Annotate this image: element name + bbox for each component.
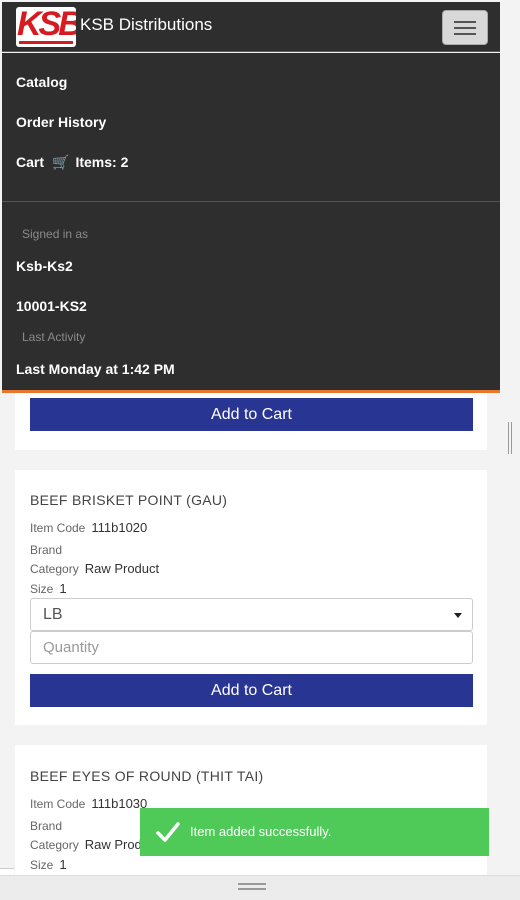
menu-divider bbox=[2, 201, 500, 202]
item-code-value: 111b1020 bbox=[91, 520, 148, 535]
toast-message: Item added successfully. bbox=[190, 824, 332, 839]
quantity-input[interactable] bbox=[30, 631, 473, 664]
brand-name[interactable]: KSB Distributions bbox=[80, 15, 212, 35]
product-card: BEEF BRISKET POINT (GAU) Item Code 111b10… bbox=[15, 470, 487, 725]
size-label: Size bbox=[30, 858, 54, 872]
logo-underline bbox=[19, 41, 73, 44]
hamburger-icon[interactable] bbox=[442, 10, 488, 45]
cart-label: Cart bbox=[16, 154, 45, 170]
ksb-logo[interactable]: KSB bbox=[16, 7, 76, 47]
check-icon bbox=[156, 822, 180, 842]
brand-row: Brand bbox=[30, 542, 68, 557]
brand-label: Brand bbox=[30, 819, 63, 833]
app-frame: Add to Cart BEEF BRISKET POINT (GAU) Ite… bbox=[0, 0, 520, 900]
resize-grip-icon bbox=[238, 883, 266, 891]
size-value: 1 bbox=[59, 581, 67, 596]
menu-item-cart[interactable]: Cart 🛒 Items: 2 bbox=[16, 154, 128, 171]
category-row: Category Raw Product bbox=[30, 561, 159, 576]
item-code-label: Item Code bbox=[30, 521, 86, 535]
last-activity-value: Last Monday at 1:42 PM bbox=[16, 361, 175, 377]
caret-down-icon bbox=[454, 613, 462, 618]
user-name: Ksb-Ks2 bbox=[16, 258, 73, 274]
signed-in-label: Signed in as bbox=[22, 227, 89, 241]
last-activity-label: Last Activity bbox=[22, 330, 86, 344]
nav-menu: Catalog Order History Cart 🛒 Items: 2 Sign… bbox=[2, 53, 500, 393]
size-row: Size 1 bbox=[30, 857, 67, 872]
item-code-row: Item Code 111b1020 bbox=[30, 520, 147, 535]
cart-items-count: Items: 2 bbox=[75, 154, 129, 170]
product-name: BEEF EYES OF ROUND (THIT TAI) bbox=[30, 768, 264, 784]
product-name: BEEF BRISKET POINT (GAU) bbox=[30, 492, 228, 508]
add-to-cart-button[interactable]: Add to Cart bbox=[30, 674, 473, 707]
size-label: Size bbox=[30, 582, 54, 596]
item-code-row: Item Code 111b1030 bbox=[30, 796, 147, 811]
unit-select[interactable]: LB bbox=[30, 598, 473, 631]
brand-label: Brand bbox=[30, 543, 63, 557]
navbar: KSB KSB Distributions bbox=[2, 2, 500, 52]
brand-row: Brand bbox=[30, 818, 68, 833]
item-code-value: 111b1030 bbox=[91, 796, 148, 811]
size-value: 1 bbox=[59, 857, 67, 872]
menu-item-catalog[interactable]: Catalog bbox=[16, 74, 67, 90]
item-code-label: Item Code bbox=[30, 797, 86, 811]
category-label: Category bbox=[30, 838, 79, 852]
size-row: Size 1 bbox=[30, 581, 67, 596]
resize-bar[interactable] bbox=[0, 875, 520, 900]
add-to-cart-button[interactable]: Add to Cart bbox=[30, 398, 473, 431]
account-id: 10001-KS2 bbox=[16, 298, 87, 314]
menu-item-order-history[interactable]: Order History bbox=[16, 114, 106, 130]
unit-select-value: LB bbox=[43, 606, 63, 623]
logo-text: KSB bbox=[17, 7, 76, 43]
success-toast[interactable]: Item added successfully. bbox=[140, 808, 489, 856]
shopping-cart-icon: 🛒 bbox=[52, 154, 70, 170]
category-value: Raw Product bbox=[84, 561, 160, 576]
category-label: Category bbox=[30, 562, 79, 576]
scrollbar-handle[interactable] bbox=[508, 422, 514, 454]
